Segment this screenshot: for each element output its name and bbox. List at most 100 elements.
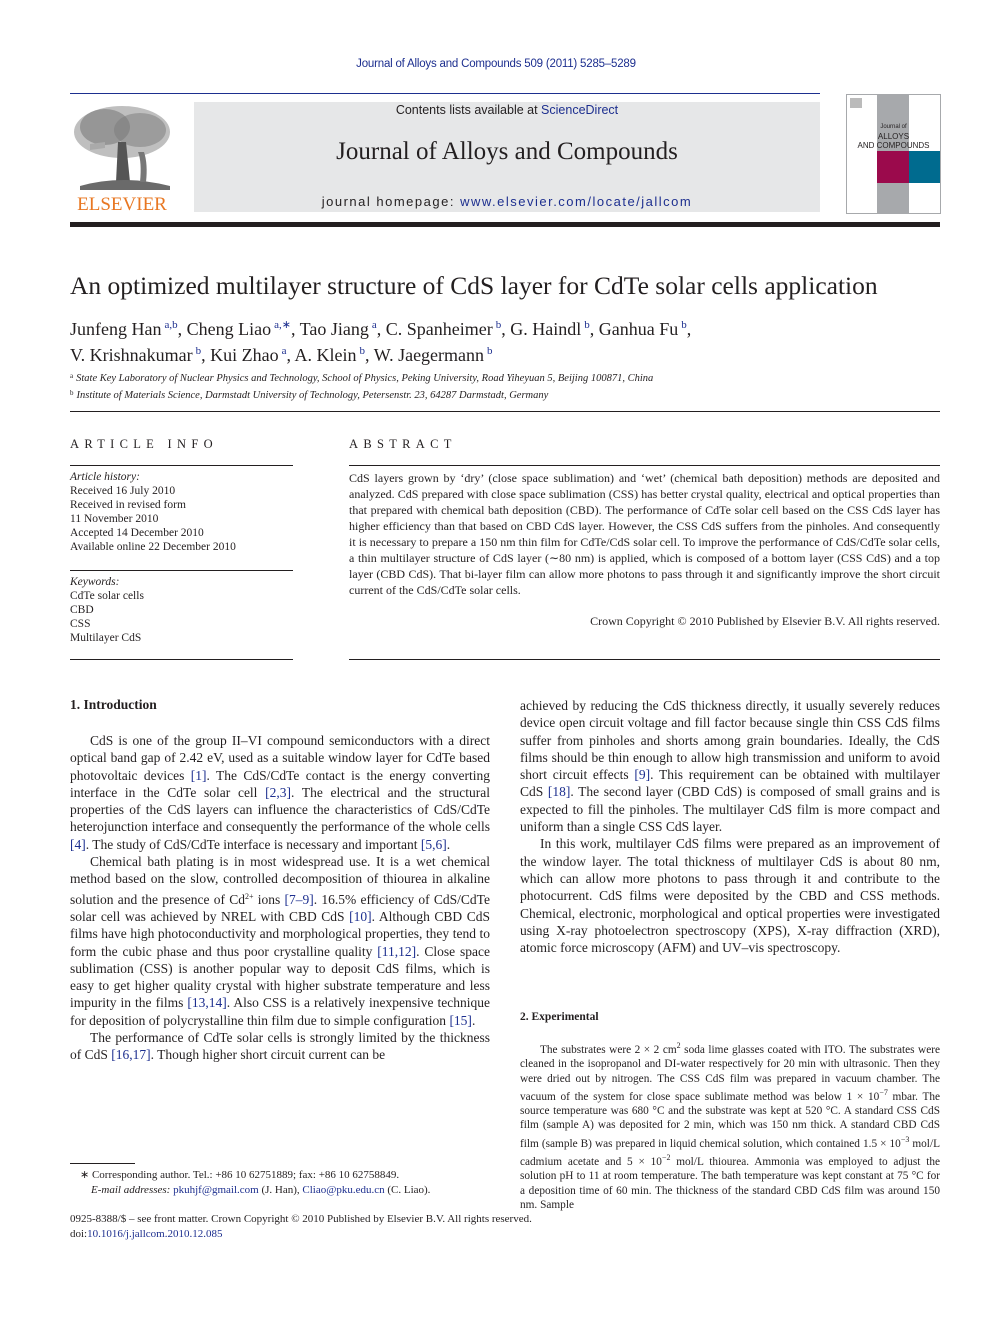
history-item: 11 November 2010 [70, 513, 159, 525]
keywords-rule [70, 570, 293, 571]
elsevier-wordmark: ELSEVIER [77, 194, 167, 215]
paragraph: The performance of CdTe solar cells is s… [70, 1030, 490, 1063]
abstract-text: CdS layers grown by ‘dry’ (close space s… [349, 471, 940, 597]
paragraph: achieved by reducing the CdS thickness d… [520, 698, 941, 835]
email-owner-liao: (C. Liao). [384, 1183, 431, 1196]
citation-link[interactable]: [2,3] [265, 785, 291, 800]
cover-teal-block [909, 151, 940, 183]
author-name: Kui Zhao [210, 345, 279, 365]
affiliation-mark: b [70, 389, 74, 397]
keyword-item: CdTe solar cells [70, 590, 144, 602]
sciencedirect-link[interactable]: ScienceDirect [541, 103, 618, 117]
author-affiliation-mark[interactable]: b [487, 345, 493, 357]
author-affiliation-mark[interactable]: a [282, 345, 287, 357]
citation-link[interactable]: [15] [449, 1013, 472, 1028]
keywords-label: Keywords: [70, 576, 120, 588]
footnote-rule [70, 1163, 135, 1164]
section-heading-experimental: 2. Experimental [520, 1011, 599, 1023]
citation-link[interactable]: [5,6] [421, 837, 447, 852]
abstract-rule [349, 465, 940, 466]
author-list: Junfeng Han a,b, Cheng Liao a,∗, Tao Jiang… [70, 319, 692, 365]
author-affiliation-mark[interactable]: b [681, 319, 687, 331]
history-item: Received in revised form [70, 499, 186, 511]
doi-label: doi: [70, 1228, 88, 1240]
keyword-item: CSS [70, 618, 91, 630]
author-name: Tao Jiang [299, 319, 369, 339]
cover-title-line1: Journal of [880, 124, 907, 130]
publication-info: 0925-8388/$ – see front matter. Crown Co… [70, 1212, 532, 1242]
author-affiliation-mark[interactable]: b [196, 345, 202, 357]
journal-homepage: journal homepage: www.elsevier.com/locat… [194, 194, 820, 209]
journal-banner: Contents lists available at ScienceDirec… [194, 102, 820, 212]
abstract-end-rule [349, 659, 940, 660]
journal-cover-thumbnail[interactable]: Journal of ALLOYS AND COMPOUNDS [846, 94, 941, 214]
paragraph: The substrates were 2 × 2 cm2 soda lime … [520, 1041, 941, 1211]
issn-line: 0925-8388/$ – see front matter. Crown Co… [70, 1213, 532, 1225]
paragraph: In this work, multilayer CdS films were … [520, 836, 940, 956]
footnote-mark: ∗ [80, 1169, 90, 1181]
superscript: −2 [661, 1153, 671, 1163]
affiliation-mark: a [70, 372, 74, 380]
paragraph: Chemical bath plating is in most widespr… [70, 854, 491, 1028]
author-affiliation-mark[interactable]: b [496, 319, 502, 331]
history-item: Accepted 14 December 2010 [70, 527, 204, 539]
citation-link[interactable]: [4] [70, 837, 86, 852]
author-name: W. Jaegermann [373, 345, 485, 365]
elsevier-tree-icon [74, 106, 170, 190]
article-title: An optimized multilayer structure of CdS… [70, 271, 878, 300]
footnote-contact: Corresponding author. Tel.: +86 10 62751… [91, 1169, 400, 1181]
homepage-label: journal homepage: [321, 194, 461, 209]
experimental-text: The substrates were 2 × 2 cm2 soda lime … [520, 1039, 940, 1212]
superscript: 2+ [244, 891, 254, 901]
citation-link[interactable]: [9] [634, 767, 650, 782]
author-name: V. Krishnakumar [70, 345, 193, 365]
body-column-left: CdS is one of the group II–VI compound s… [70, 732, 490, 1064]
author-affiliation-mark[interactable]: b [360, 345, 366, 357]
running-head-citation[interactable]: Journal of Alloys and Compounds 509 (201… [0, 58, 992, 70]
author-name: Ganhua Fu [598, 319, 679, 339]
citation-link[interactable]: [18] [548, 784, 571, 799]
affiliation: a State Key Laboratory of Nuclear Physics… [70, 369, 653, 386]
email-link-han[interactable]: pkuhjf@gmail.com [173, 1184, 259, 1196]
author-affiliation-mark[interactable]: a [372, 319, 377, 331]
affiliation: b Institute of Materials Science, Darmsta… [70, 386, 653, 403]
citation-link[interactable]: [10] [349, 909, 372, 924]
paragraph: CdS is one of the group II–VI compound s… [70, 733, 491, 852]
history-label: Article history: [70, 471, 140, 483]
author-affiliation-mark[interactable]: a,b [164, 319, 177, 331]
article-info-end-rule [70, 659, 293, 660]
article-info-rule [70, 465, 293, 466]
article-history: Article history: Received 16 July 2010 R… [70, 470, 236, 554]
superscript: −7 [879, 1087, 888, 1097]
journal-name: Journal of Alloys and Compounds [336, 138, 678, 165]
author-name: Cheng Liao [186, 319, 272, 339]
email-link-liao[interactable]: Cliao@pku.edu.cn [302, 1184, 384, 1196]
citation-link[interactable]: [7–9] [284, 892, 313, 907]
elsevier-logo[interactable]: ELSEVIER [70, 102, 174, 215]
affiliations: a State Key Laboratory of Nuclear Physics… [70, 369, 653, 403]
homepage-link[interactable]: www.elsevier.com/locate/jallcom [460, 194, 692, 209]
cover-title-line3: AND COMPOUNDS [857, 141, 930, 150]
cover-magenta-block [877, 151, 909, 183]
superscript: 2 [676, 1041, 681, 1050]
author-affiliation-mark[interactable]: a,∗ [274, 319, 291, 331]
section-heading-introduction: 1. Introduction [70, 697, 157, 712]
citation-link[interactable]: [11,12] [377, 944, 416, 959]
email-label: E-mail addresses: [91, 1183, 171, 1196]
cover-title: Journal of ALLOYS AND COMPOUNDS [847, 123, 940, 150]
citation-link[interactable]: [16,17] [111, 1047, 150, 1062]
title-rule [70, 411, 940, 412]
contents-availability: Contents lists available at ScienceDirec… [194, 103, 820, 117]
author-affiliation-mark[interactable]: b [584, 319, 590, 331]
history-item: Received 16 July 2010 [70, 485, 176, 497]
body-column-right: achieved by reducing the CdS thickness d… [520, 697, 940, 956]
citation-link[interactable]: [1] [191, 768, 207, 783]
affiliation-text: Institute of Materials Science, Darmstad… [76, 390, 549, 401]
citation-link[interactable]: [13,14] [187, 995, 226, 1010]
doi-link[interactable]: 10.1016/j.jallcom.2010.12.085 [87, 1228, 222, 1240]
history-item: Available online 22 December 2010 [70, 541, 236, 553]
header-rule [70, 93, 820, 94]
author-name: G. Haindl [510, 319, 582, 339]
author-name: A. Klein [294, 345, 357, 365]
cover-logo-icon [850, 98, 862, 108]
